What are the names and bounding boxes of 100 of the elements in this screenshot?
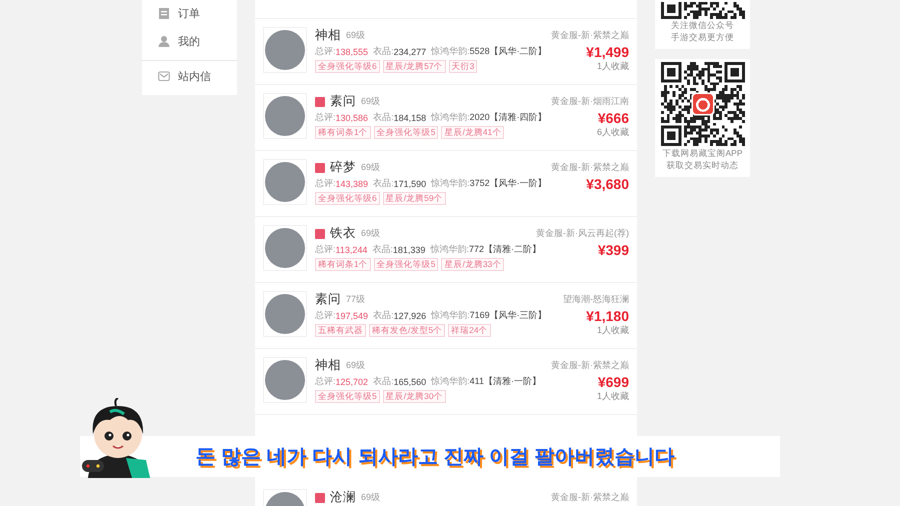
sidebar-item[interactable]: 订单 (142, 0, 237, 26)
character-class: 神相 (315, 357, 341, 374)
stat-value: 3752【风华·一阶】 (470, 177, 547, 190)
stat-value: 772【清雅·二阶】 (468, 243, 541, 256)
stat-label: 总评: (315, 309, 336, 322)
stat-value: 130,586 (336, 112, 368, 122)
qr-caption: 关注微信公众号 (671, 19, 734, 31)
listing-row[interactable]: 素问 69级 黄金服-新·烟雨江南 总评:130,586 衣品:184,158 惊鸿华韵:2020【清雅·四阶】 ¥666 稀有词条1个 全身强化等级5 星辰/龙腾41个 6人收藏 (255, 85, 637, 151)
stat-label: 总评: (315, 243, 336, 256)
stat-value: 171,590 (394, 178, 426, 188)
feature-tag: 全身强化等级6 (315, 192, 380, 205)
qr-caption: 手游交易更方便 (671, 31, 734, 43)
stat-label: 惊鸿华韵: (431, 111, 470, 124)
stat-value: 125,702 (336, 376, 368, 386)
stat-label: 惊鸿华韵: (431, 177, 470, 190)
stat-value: 411【清雅·一阶】 (470, 375, 541, 388)
feature-tag: 稀有词条1个 (315, 258, 371, 271)
listing-row[interactable]: 碎梦 69级 黄金服-新·紫禁之巅 总评:143,389 衣品:171,590 惊鸿华韵:3752【风华·一阶】 ¥3,680 全身强化等级6 星辰/龙腾59个 (255, 151, 637, 217)
feature-tag: 星辰/龙腾59个 (382, 192, 446, 205)
stat-value: 113,244 (336, 244, 368, 254)
price-text: ¥666 (598, 110, 629, 126)
character-class: 铁衣 (330, 225, 356, 242)
character-class: 素问 (330, 93, 356, 110)
feature-tag: 稀有发色/发型5个 (369, 324, 446, 337)
price-text: ¥399 (598, 242, 629, 258)
level-text: 69级 (361, 227, 380, 240)
character-class: 沧澜 (330, 489, 356, 506)
stat-label: 衣品: (373, 45, 394, 58)
stat-value: 2020【清雅·四阶】 (470, 111, 547, 124)
stat-value: 181,339 (392, 244, 426, 254)
stat-label: 总评: (315, 111, 336, 124)
price-text: ¥699 (598, 374, 629, 390)
stat-value: 127,926 (394, 310, 426, 320)
stat-label: 衣品: (372, 243, 393, 256)
subtitle-text: 돈 많은 네가 다시 되사라고 진짜 이걸 팔아버렸습니다 (196, 445, 674, 470)
feature-tag: 全身强化等级5 (315, 390, 380, 403)
listing-row[interactable]: 沧澜 69级 黄金服-新·紫禁之巅 (255, 481, 637, 506)
server-name: 黄金服-新·烟雨江南 (551, 95, 629, 108)
server-name: 黄金服-新·紫禁之巅 (551, 491, 629, 504)
character-class: 素问 (315, 291, 341, 308)
feature-tag: 天衍3 (448, 60, 478, 73)
stat-value: 197,549 (336, 310, 368, 320)
favorites-count: 1人收藏 (596, 60, 629, 73)
level-text: 69级 (346, 29, 366, 42)
level-text: 69级 (361, 491, 380, 504)
qr-caption: 下载网易藏宝阁APP (662, 147, 742, 159)
server-name: 黄金服-新·风云再起(荐) (536, 227, 629, 240)
price-text: ¥1,499 (586, 44, 629, 60)
listing-row[interactable]: 素问 77级 望海潮-怒海狂澜 总评:197,549 衣品:127,926 惊鸿华韵:7169【风华·三阶】 ¥1,180 五稀有武器 稀有发色/发型5个 祥瑞24个 1人收藏 (255, 283, 637, 349)
server-name: 黄金服-新·紫禁之巅 (551, 359, 629, 372)
feature-tag: 稀有词条1个 (315, 126, 371, 139)
level-text: 69级 (361, 161, 380, 174)
listing-row[interactable]: 铁衣 69级 黄金服-新·风云再起(荐) 总评:113,244 衣品:181,339 惊鸿华韵:772【清雅·二阶】 ¥399 稀有词条1个 全身强化等级5 星辰/龙腾33个 (255, 217, 637, 283)
server-name: 黄金服-新·紫禁之巅 (551, 29, 629, 42)
stat-value: 138,555 (336, 46, 368, 56)
price-text: ¥1,180 (586, 308, 629, 324)
stat-label: 衣品: (373, 177, 394, 190)
document-icon (158, 6, 170, 20)
stat-label: 总评: (315, 177, 336, 190)
feature-tag: 祥瑞24个 (448, 324, 491, 337)
stat-label: 惊鸿华韵: (430, 243, 469, 256)
favorites-count: 1人收藏 (596, 390, 629, 403)
feature-tag: 星辰/龙腾30个 (382, 390, 446, 403)
stat-label: 衣品: (373, 375, 394, 388)
stat-label: 总评: (315, 45, 336, 58)
stat-value: 165,560 (394, 376, 426, 386)
favorites-count: 1人收藏 (596, 324, 629, 337)
level-text: 77级 (346, 293, 366, 306)
qr-caption: 获取交易实时动态 (666, 159, 738, 171)
stat-label: 衣品: (373, 111, 394, 124)
favorites-count: 6人收藏 (596, 126, 629, 139)
stat-label: 衣品: (373, 309, 394, 322)
server-name: 望海潮-怒海狂澜 (563, 293, 629, 306)
stat-value: 7169【风华·三阶】 (470, 309, 547, 322)
stat-label: 惊鸿华韵: (431, 309, 470, 322)
level-text: 69级 (361, 95, 380, 108)
feature-tag: 星辰/龙腾41个 (441, 126, 504, 139)
stat-value: 5528【风华·二阶】 (470, 45, 547, 58)
user-icon (158, 34, 170, 48)
price-text: ¥3,680 (586, 176, 629, 192)
character-class: 碎梦 (330, 159, 356, 176)
feature-tag: 星辰/龙腾57个 (382, 60, 446, 73)
feature-tag: 全身强化等级5 (374, 126, 438, 139)
stat-label: 惊鸿华韵: (431, 375, 470, 388)
feature-tag: 全身强化等级5 (374, 258, 438, 271)
character-class: 神相 (315, 27, 341, 44)
mail-icon (158, 70, 170, 82)
level-text: 69级 (346, 359, 366, 372)
stat-label: 总评: (315, 375, 336, 388)
listing-row[interactable]: 神相 69级 黄金服-新·紫禁之巅 总评:138,555 衣品:234,277 惊鸿华韵:5528【风华·二阶】 ¥1,499 全身强化等级6 星辰/龙腾57个 天衍3 1人收藏 (255, 19, 637, 85)
feature-tag: 五稀有武器 (315, 324, 366, 337)
listing-row[interactable]: 神相 69级 黄金服-新·紫禁之巅 总评:125,702 衣品:165,560 惊鸿华韵:411【清雅·一阶】 ¥699 全身强化等级5 星辰/龙腾30个 1人收藏 (255, 349, 637, 415)
server-name: 黄金服-新·紫禁之巅 (551, 161, 629, 174)
sidebar-item[interactable]: 我的 (142, 26, 237, 56)
stat-value: 184,158 (394, 112, 426, 122)
feature-tag: 全身强化等级6 (315, 60, 380, 73)
feature-tag: 星辰/龙腾33个 (441, 258, 504, 271)
stat-label: 惊鸿华韵: (431, 45, 470, 58)
stat-value: 234,277 (394, 46, 426, 56)
stat-value: 143,389 (336, 178, 368, 188)
